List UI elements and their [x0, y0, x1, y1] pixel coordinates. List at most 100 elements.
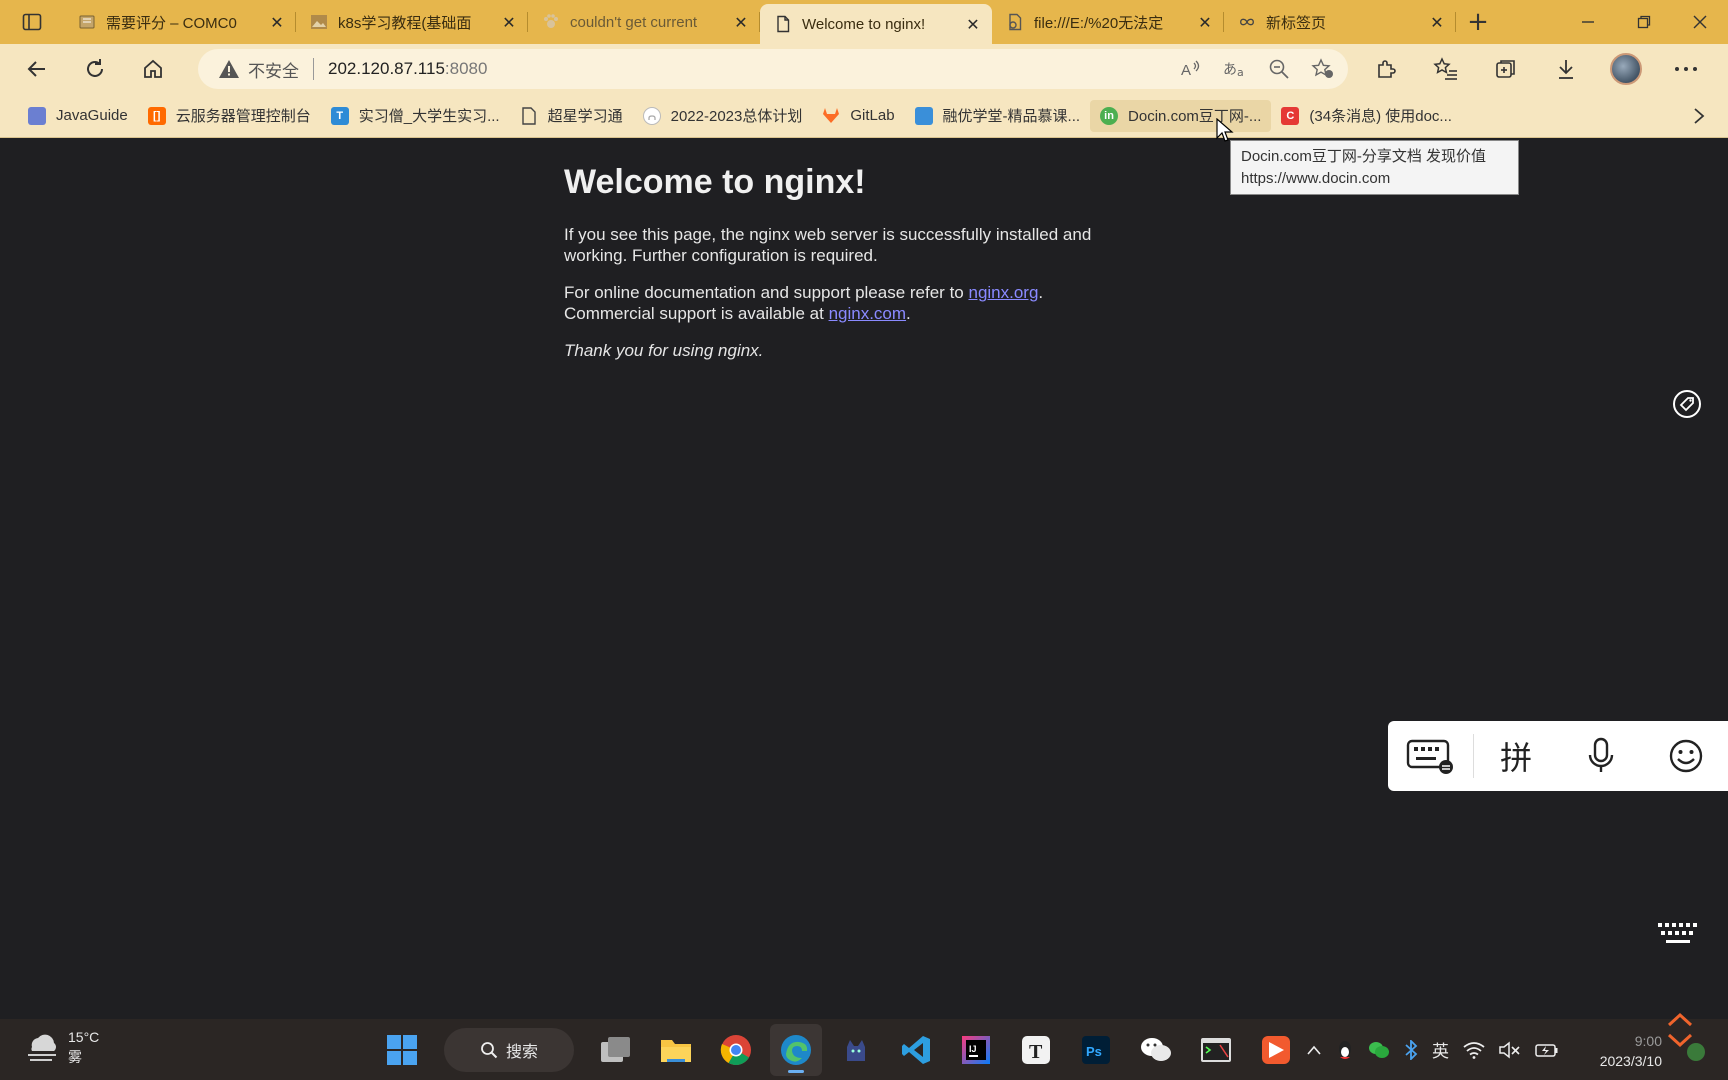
bookmark-chaoxing[interactable]: 超星学习通 [510, 100, 633, 132]
back-button[interactable] [8, 44, 66, 94]
refresh-icon [87, 59, 103, 77]
nginx-org-link[interactable]: nginx.org [968, 283, 1038, 302]
extensions-button[interactable] [1356, 44, 1416, 94]
refresh-button[interactable] [66, 44, 124, 94]
bookmark-docin[interactable]: in Docin.com豆丁网-... [1090, 99, 1272, 132]
svg-text:T: T [1029, 1041, 1043, 1063]
tag-button[interactable] [1670, 387, 1704, 421]
shixiseng-icon: T [330, 106, 349, 125]
tab-couldnt-get[interactable]: couldn't get current ✕ [528, 0, 760, 44]
tray-volume[interactable] [1499, 1035, 1521, 1065]
minimize-button[interactable] [1560, 0, 1616, 44]
security-warning[interactable]: 不安全 [218, 57, 299, 82]
close-icon[interactable]: ✕ [1196, 13, 1214, 32]
bookmark-javaguide[interactable]: JavaGuide [18, 100, 138, 132]
tab-strip: 需要评分 – COMC0 ✕ k8s学习教程(基础面 ✕ couldn't ge… [0, 0, 1728, 44]
translate-button[interactable]: あa [1222, 56, 1248, 82]
tray-qq[interactable] [1336, 1035, 1354, 1065]
file-explorer-button[interactable] [650, 1024, 702, 1076]
tray-overflow-button[interactable] [1306, 1035, 1322, 1065]
page-title: Welcome to nginx! [564, 163, 866, 201]
bookmark-gitlab[interactable]: GitLab [812, 100, 904, 132]
terminal-button[interactable] [1190, 1024, 1242, 1076]
chrome-button[interactable] [710, 1024, 762, 1076]
weather-widget[interactable]: 15°C 雾 [24, 1027, 99, 1067]
tray-ime-language[interactable]: 英 [1432, 1035, 1449, 1065]
app-button-red[interactable] [1250, 1024, 1302, 1076]
typora-button[interactable]: T [1010, 1024, 1062, 1076]
ime-keyboard-button[interactable] [1388, 721, 1473, 791]
tab-welcome-nginx[interactable]: Welcome to nginx! ✕ [760, 4, 992, 44]
read-aloud-icon: A [1181, 60, 1200, 79]
bookmark-csdn[interactable]: C (34条消息) 使用doc... [1271, 100, 1462, 132]
intellij-button[interactable]: IJ [950, 1024, 1002, 1076]
app-button-cat[interactable] [830, 1024, 882, 1076]
add-favorite-button[interactable] [1310, 56, 1336, 82]
tab-actions-button[interactable] [0, 0, 64, 44]
minimize-icon [1582, 21, 1594, 23]
tray-wechat[interactable] [1368, 1035, 1390, 1065]
home-icon [144, 59, 162, 78]
wifi-icon [1463, 1041, 1485, 1059]
close-icon[interactable]: ✕ [964, 15, 982, 34]
read-aloud-button[interactable]: A [1178, 56, 1204, 82]
csdn-icon: C [1281, 106, 1300, 125]
profile-button[interactable] [1596, 44, 1656, 94]
close-icon[interactable]: ✕ [500, 13, 518, 32]
bookmark-label: 云服务器管理控制台 [175, 108, 311, 125]
infinity-icon [1238, 13, 1256, 31]
address-bar[interactable]: 不安全 202.120.87.115:8080 A あa [198, 49, 1348, 89]
restore-button[interactable] [1616, 0, 1672, 44]
tab-file[interactable]: file:///E:/%20无法定 ✕ [992, 0, 1224, 44]
wechat-button[interactable] [1130, 1024, 1182, 1076]
bookmark-shixiseng[interactable]: T 实习僧_大学生实习... [321, 100, 510, 132]
taskbar-clock[interactable]: 9:00 2023/3/10 [1596, 1031, 1662, 1071]
touch-keyboard-button[interactable] [1654, 916, 1702, 952]
tab-comc[interactable]: 需要评分 – COMC0 ✕ [64, 0, 296, 44]
downloads-button[interactable] [1536, 44, 1596, 94]
ime-pinyin-button[interactable]: 拼 [1474, 721, 1559, 791]
taskbar-search[interactable]: 搜索 [444, 1027, 574, 1072]
tray-wifi[interactable] [1463, 1035, 1485, 1065]
close-icon[interactable]: ✕ [268, 13, 286, 32]
edge-button[interactable] [770, 1023, 822, 1076]
tab-new-tab-page[interactable]: 新标签页 ✕ [1224, 0, 1456, 44]
window-controls [1560, 0, 1728, 44]
weather-temperature: 15°C [68, 1029, 100, 1045]
ime-emoji-button[interactable] [1643, 721, 1728, 791]
close-window-button[interactable] [1672, 0, 1728, 44]
taskbar: 15°C 雾 搜索 IJ T Ps 英 9:00 2023/3/10 [0, 1019, 1728, 1080]
bookmark-plan[interactable]: 2022-2023总体计划 [633, 100, 813, 132]
tab-k8s[interactable]: k8s学习教程(基础面 ✕ [296, 0, 528, 44]
address-divider [313, 58, 314, 80]
clock-time: 9:00 [1634, 1033, 1662, 1049]
bookmark-cloud-console[interactable]: [] 云服务器管理控制台 [138, 100, 321, 132]
volume-muted-icon [1499, 1040, 1520, 1059]
tray-bluetooth[interactable] [1404, 1035, 1418, 1065]
close-icon[interactable]: ✕ [1428, 13, 1446, 32]
bookmark-label: 融优学堂-精品慕课... [942, 108, 1081, 125]
photoshop-button[interactable]: Ps [1070, 1024, 1122, 1076]
new-tab-button[interactable]: + [1456, 0, 1500, 44]
tab-actions-icon [22, 13, 42, 31]
favorites-button[interactable] [1416, 44, 1476, 94]
start-button[interactable] [376, 1024, 428, 1076]
bookmark-ronyou[interactable]: 融优学堂-精品慕课... [905, 100, 1091, 132]
bookmark-tooltip: Docin.com豆丁网-分享文档 发现价值 https://www.docin… [1230, 140, 1519, 195]
vscode-button[interactable] [890, 1024, 942, 1076]
collections-button[interactable] [1476, 44, 1536, 94]
address-bar-actions: A あa [1178, 49, 1336, 89]
qq-penguin-icon [1339, 1040, 1351, 1059]
home-button[interactable] [124, 44, 182, 94]
bookmark-label: 2022-2023总体计划 [670, 108, 803, 125]
settings-more-button[interactable] [1656, 44, 1716, 94]
task-view-button[interactable] [590, 1024, 642, 1076]
close-icon[interactable]: ✕ [732, 13, 750, 32]
bookmarks-overflow-button[interactable] [1684, 94, 1714, 138]
zoom-out-button[interactable] [1266, 56, 1292, 82]
nginx-com-link[interactable]: nginx.com [829, 304, 906, 323]
url-port: :8080 [444, 59, 488, 78]
tray-battery[interactable] [1535, 1035, 1559, 1065]
ime-voice-button[interactable] [1559, 721, 1644, 791]
wechat-icon [1141, 1037, 1171, 1061]
